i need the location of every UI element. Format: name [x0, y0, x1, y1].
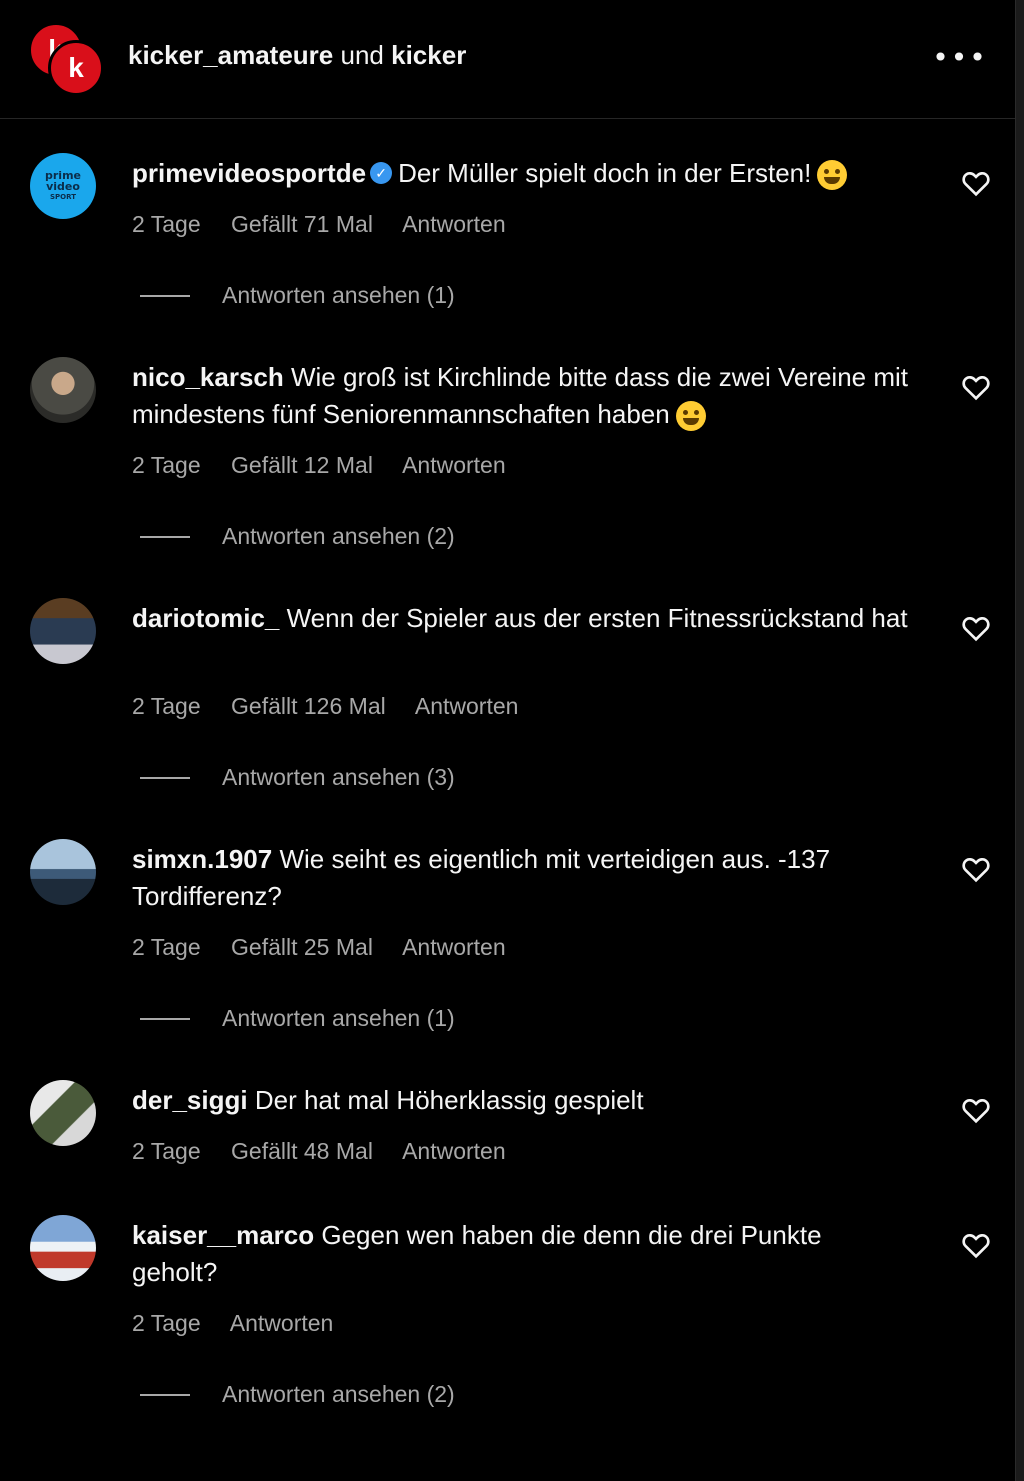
reply-button[interactable]: Antworten	[402, 452, 506, 478]
comment-username[interactable]: kaiser__marco	[132, 1220, 314, 1250]
reply-button[interactable]: Antworten	[402, 934, 506, 960]
prime-avatar-line: video	[46, 180, 80, 193]
post-header: k k kicker_amateure und kicker •••	[0, 0, 1015, 119]
comment-likes[interactable]: Gefällt 12 Mal	[231, 452, 373, 478]
comment-username[interactable]: primevideosportde	[132, 158, 366, 188]
avatar[interactable]	[30, 1215, 96, 1281]
comment-age: 2 Tage	[132, 934, 201, 960]
comment-likes[interactable]: Gefällt 71 Mal	[231, 211, 373, 237]
account-avatars[interactable]: k k	[28, 22, 104, 96]
divider-line	[140, 776, 190, 779]
post-authors: kicker_amateure und kicker	[128, 40, 466, 71]
comment-text: primevideosportde ✓ Der Müller spielt doch…	[132, 155, 912, 192]
comment-username[interactable]: simxn.1907	[132, 844, 272, 874]
divider-line	[140, 535, 190, 538]
view-replies-button[interactable]: Antworten ansehen (1)	[140, 1005, 455, 1032]
comment-meta: 2 Tage Gefällt 48 Mal Antworten	[132, 1138, 530, 1165]
view-replies-label: Antworten ansehen (1)	[222, 282, 455, 308]
view-replies-label: Antworten ansehen (3)	[222, 764, 455, 790]
comment-body: Der hat mal Höherklassig gespielt	[254, 1085, 644, 1115]
heart-icon[interactable]	[960, 1094, 992, 1126]
comment-text: simxn.1907 Wie seiht es eigentlich mit v…	[132, 841, 912, 915]
window-edge	[1016, 0, 1024, 1481]
comment-age: 2 Tage	[132, 1138, 201, 1164]
avatar[interactable]	[30, 357, 96, 423]
comment-likes[interactable]: Gefällt 126 Mal	[231, 693, 386, 719]
heart-icon[interactable]	[960, 167, 992, 199]
view-replies-button[interactable]: Antworten ansehen (2)	[140, 523, 455, 550]
avatar[interactable]: prime video SPORT	[30, 153, 96, 219]
comment-text: nico_karsch Wie groß ist Kirchlinde bitt…	[132, 359, 912, 433]
view-replies-label: Antworten ansehen (2)	[222, 1381, 455, 1407]
comment-text: kaiser__marco Gegen wen haben die denn d…	[132, 1217, 912, 1291]
author-link-kicker-amateure[interactable]: kicker_amateure	[128, 40, 333, 70]
comment-age: 2 Tage	[132, 693, 201, 719]
comment-body: Wenn der Spieler aus der ersten Fitnessr…	[286, 603, 908, 633]
comment-age: 2 Tage	[132, 211, 201, 237]
view-replies-label: Antworten ansehen (1)	[222, 1005, 455, 1031]
more-options-button[interactable]: •••	[932, 41, 986, 74]
comment-meta: 2 Tage Gefällt 12 Mal Antworten	[132, 452, 530, 479]
comment-meta: 2 Tage Antworten	[132, 1310, 357, 1337]
comments-panel: k k kicker_amateure und kicker ••• prime…	[0, 0, 1016, 1481]
comment-text: der_siggi Der hat mal Höherklassig gespi…	[132, 1082, 912, 1119]
face-with-tears-of-joy-icon	[817, 160, 848, 191]
verified-badge-icon: ✓	[370, 162, 393, 185]
avatar[interactable]	[30, 598, 96, 664]
comment-body: Der Müller spielt doch in der Ersten!	[398, 158, 812, 188]
comment-age: 2 Tage	[132, 1310, 201, 1336]
reply-button[interactable]: Antworten	[402, 1138, 506, 1164]
view-replies-label: Antworten ansehen (2)	[222, 523, 455, 549]
reply-button[interactable]: Antworten	[402, 211, 506, 237]
avatar[interactable]	[30, 1080, 96, 1146]
comment-text: dariotomic_ Wenn der Spieler aus der ers…	[132, 600, 912, 637]
comment-username[interactable]: nico_karsch	[132, 362, 284, 392]
heart-icon[interactable]	[960, 371, 992, 403]
view-replies-button[interactable]: Antworten ansehen (1)	[140, 282, 455, 309]
view-replies-button[interactable]: Antworten ansehen (2)	[140, 1381, 455, 1408]
kicker-logo: k	[48, 40, 104, 96]
comment-likes[interactable]: Gefällt 48 Mal	[231, 1138, 373, 1164]
avatar[interactable]	[30, 839, 96, 905]
view-replies-button[interactable]: Antworten ansehen (3)	[140, 764, 455, 791]
reply-button[interactable]: Antworten	[415, 693, 519, 719]
comment-age: 2 Tage	[132, 452, 201, 478]
comment-username[interactable]: der_siggi	[132, 1085, 248, 1115]
heart-icon[interactable]	[960, 1229, 992, 1261]
divider-line	[140, 294, 190, 297]
divider-line	[140, 1017, 190, 1020]
divider-line	[140, 1393, 190, 1396]
prime-avatar-line: SPORT	[50, 193, 76, 201]
reply-button[interactable]: Antworten	[230, 1310, 334, 1336]
author-link-kicker[interactable]: kicker	[391, 40, 466, 70]
comment-likes[interactable]: Gefällt 25 Mal	[231, 934, 373, 960]
comment-meta: 2 Tage Gefällt 71 Mal Antworten	[132, 211, 530, 238]
comment-username[interactable]: dariotomic_	[132, 603, 279, 633]
comment-meta: 2 Tage Gefällt 126 Mal Antworten	[132, 693, 542, 720]
grinning-face-with-sweat-icon	[675, 401, 706, 432]
author-conjunction: und	[340, 40, 384, 70]
heart-icon[interactable]	[960, 612, 992, 644]
comment-meta: 2 Tage Gefällt 25 Mal Antworten	[132, 934, 530, 961]
heart-icon[interactable]	[960, 853, 992, 885]
